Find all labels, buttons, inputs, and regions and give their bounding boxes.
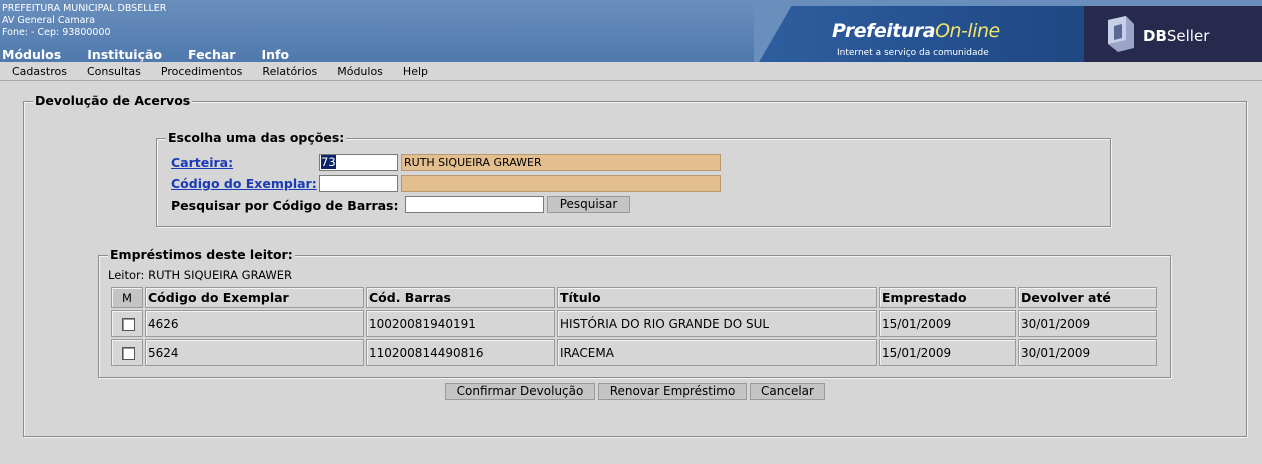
dbseller-logo-rest: Seller xyxy=(1166,27,1210,45)
codigo-exemplar-link[interactable]: Código do Exemplar: xyxy=(171,176,317,191)
cell-codigo: 5624 xyxy=(145,339,364,366)
pesquisar-button[interactable]: Pesquisar xyxy=(547,196,630,213)
renovar-emprestimo-button[interactable]: Renovar Empréstimo xyxy=(598,383,747,400)
cell-emprestado: 15/01/2009 xyxy=(879,310,1016,337)
table-header-row: M Código do Exemplar Cód. Barras Título … xyxy=(111,287,1157,308)
org-contact: Fone: - Cep: 93800000 xyxy=(2,27,111,38)
barcode-input[interactable] xyxy=(405,196,544,213)
column-header-devolver: Devolver até xyxy=(1018,287,1157,308)
table-row: 5624 110200814490816 IRACEMA 15/01/2009 … xyxy=(111,339,1157,366)
loans-legend: Empréstimos deste leitor: xyxy=(108,247,295,262)
carteira-input[interactable]: 73 xyxy=(319,154,398,171)
column-header-codigo: Código do Exemplar xyxy=(145,287,364,308)
loans-table: M Código do Exemplar Cód. Barras Título … xyxy=(109,285,1159,368)
column-header-barras: Cód. Barras xyxy=(366,287,555,308)
carteira-value: 73 xyxy=(321,155,336,169)
cell-emprestado: 15/01/2009 xyxy=(879,339,1016,366)
org-address: AV General Camara xyxy=(2,15,96,26)
cell-titulo: HISTÓRIA DO RIO GRANDE DO SUL xyxy=(557,310,877,337)
menu-bar: Cadastros Consultas Procedimentos Relató… xyxy=(0,62,1262,81)
devolucao-legend: Devolução de Acervos xyxy=(33,93,193,108)
carteira-link[interactable]: Carteira: xyxy=(171,155,233,170)
logo-main-text: Prefeitura xyxy=(832,20,936,42)
column-header-titulo: Título xyxy=(557,287,877,308)
menu-consultas[interactable]: Consultas xyxy=(87,65,141,78)
table-row: 4626 10020081940191 HISTÓRIA DO RIO GRAN… xyxy=(111,310,1157,337)
top-menu-info[interactable]: Info xyxy=(261,47,289,62)
top-menu-modulos[interactable]: Módulos xyxy=(2,47,61,62)
dbseller-logo-icon xyxy=(1108,16,1134,52)
org-name: PREFEITURA MUNICIPAL DBSELLER xyxy=(2,3,167,14)
logo-accent-text: On-line xyxy=(935,20,1000,42)
exemplar-description-field xyxy=(401,175,721,192)
top-menu: Módulos Instituição Fechar Info xyxy=(2,47,315,62)
column-header-mark[interactable]: M xyxy=(111,287,143,308)
menu-modulos[interactable]: Módulos xyxy=(337,65,383,78)
options-legend: Escolha uma das opções: xyxy=(166,130,347,145)
barcode-label: Pesquisar por Código de Barras: xyxy=(171,198,399,213)
row-checkbox[interactable] xyxy=(122,346,135,360)
cell-barras: 10020081940191 xyxy=(366,310,555,337)
carteira-name-field: RUTH SIQUEIRA GRAWER xyxy=(401,154,721,171)
organization-info: PREFEITURA MUNICIPAL DBSELLER AV General… xyxy=(2,3,166,39)
row-checkbox-cell xyxy=(111,339,143,366)
column-header-emprestado: Emprestado xyxy=(879,287,1016,308)
prefeitura-online-logo: PrefeituraOn-line xyxy=(832,20,1000,42)
app-header: PREFEITURA MUNICIPAL DBSELLER AV General… xyxy=(0,0,1262,62)
top-menu-instituicao[interactable]: Instituição xyxy=(87,47,162,62)
cell-devolver: 30/01/2009 xyxy=(1018,339,1157,366)
cell-titulo: IRACEMA xyxy=(557,339,877,366)
menu-procedimentos[interactable]: Procedimentos xyxy=(161,65,243,78)
cancelar-button[interactable]: Cancelar xyxy=(750,383,825,400)
confirmar-devolucao-button[interactable]: Confirmar Devolução xyxy=(445,383,595,400)
cell-devolver: 30/01/2009 xyxy=(1018,310,1157,337)
cell-codigo: 4626 xyxy=(145,310,364,337)
codigo-exemplar-input[interactable] xyxy=(319,175,398,192)
cell-barras: 110200814490816 xyxy=(366,339,555,366)
reader-label: Leitor: RUTH SIQUEIRA GRAWER xyxy=(108,268,292,282)
menu-relatorios[interactable]: Relatórios xyxy=(262,65,317,78)
top-menu-fechar[interactable]: Fechar xyxy=(188,47,235,62)
banner-tagline: Internet a serviço da comunidade xyxy=(837,48,989,58)
menu-cadastros[interactable]: Cadastros xyxy=(12,65,67,78)
row-checkbox-cell xyxy=(111,310,143,337)
menu-help[interactable]: Help xyxy=(403,65,428,78)
dbseller-logo-text: DBSeller xyxy=(1143,27,1209,45)
row-checkbox[interactable] xyxy=(122,317,135,331)
dbseller-logo-bold: DB xyxy=(1143,27,1167,45)
